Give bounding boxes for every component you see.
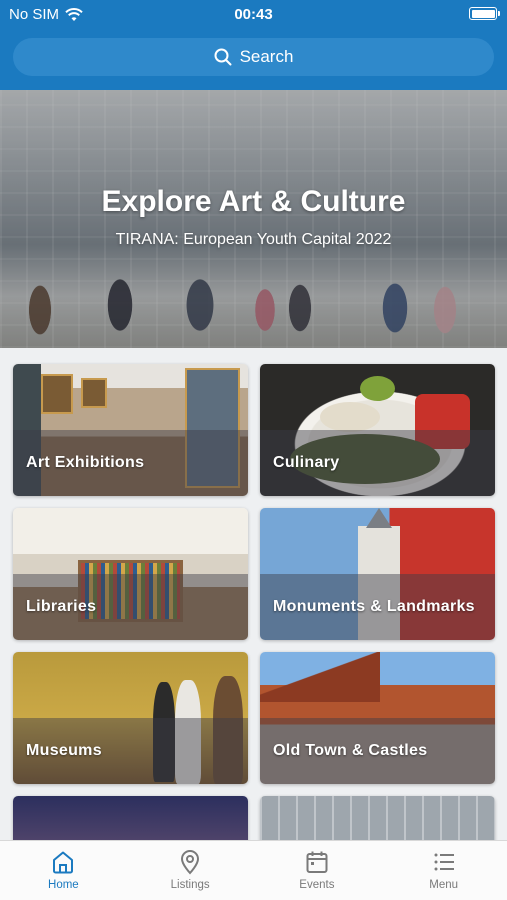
category-label: Old Town & Castles (273, 742, 428, 759)
location-pin-icon (181, 850, 200, 875)
category-card-art-exhibitions[interactable]: Art Exhibitions (13, 364, 248, 496)
category-card-libraries[interactable]: Libraries (13, 508, 248, 640)
search-icon (214, 48, 232, 66)
home-icon (53, 851, 74, 874)
category-label: Libraries (26, 598, 97, 615)
category-label: Monuments & Landmarks (273, 598, 475, 615)
clock: 00:43 (234, 6, 273, 23)
hero-title: Explore Art & Culture (101, 185, 406, 218)
food-image (360, 376, 395, 401)
top-bar: No SIM 00:43 Search (0, 0, 507, 90)
category-card-monuments-landmarks[interactable]: Monuments & Landmarks (260, 508, 495, 640)
search-bar[interactable]: Search (13, 38, 494, 76)
tab-listings[interactable]: Listings (127, 841, 254, 900)
category-card-museums[interactable]: Museums (13, 652, 248, 784)
menu-list-icon (434, 853, 454, 871)
calendar-icon (306, 851, 328, 873)
tab-label: Listings (170, 879, 210, 891)
tab-label: Menu (429, 879, 459, 891)
building-image (260, 652, 380, 702)
tab-label: Events (299, 879, 335, 891)
tab-events[interactable]: Events (254, 841, 381, 900)
hero-subtitle: TIRANA: European Youth Capital 2022 (115, 231, 392, 248)
painting-image (41, 374, 73, 414)
battery-icon (469, 7, 500, 20)
search-label: Search (239, 47, 294, 66)
category-card-culinary[interactable]: Culinary (260, 364, 495, 496)
category-label: Museums (26, 742, 102, 759)
status-bar: No SIM 00:43 (0, 0, 507, 28)
hero-banner[interactable]: Explore Art & Culture TIRANA: European Y… (0, 90, 507, 348)
bottom-tab-bar: Home Listings Events Menu (0, 840, 507, 900)
category-label: Culinary (273, 454, 340, 471)
painting-image (81, 378, 107, 408)
category-card-old-town-castles[interactable]: Old Town & Castles (260, 652, 495, 784)
tab-home[interactable]: Home (0, 841, 127, 900)
tab-menu[interactable]: Menu (380, 841, 507, 900)
tab-label: Home (48, 879, 79, 891)
category-label: Art Exhibitions (26, 454, 145, 471)
food-image (320, 402, 380, 432)
